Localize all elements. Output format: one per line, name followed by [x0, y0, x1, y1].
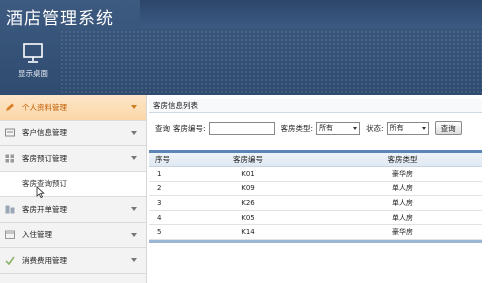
cell-room-type: 单人房 — [392, 184, 413, 193]
table-row[interactable]: 2 K09 单人房 — [149, 182, 482, 197]
app-header: 酒店管理系统 显示桌面 — [0, 0, 482, 95]
sidebar-item-label: 消费费用管理 — [22, 255, 67, 265]
room-type-label: 客房类型: — [280, 123, 314, 133]
cell-room-type: 单人房 — [392, 198, 413, 207]
calendar-icon — [5, 230, 15, 240]
sidebar-item-label: 客房开单管理 — [22, 204, 67, 214]
cell-room-type: 单人房 — [392, 213, 413, 222]
status-value: 所有 — [389, 124, 404, 132]
pencil-icon — [5, 103, 15, 112]
status-label: 状态: — [366, 123, 384, 133]
header-pattern — [60, 30, 482, 95]
sidebar-item-room-booking[interactable]: 客房预订管理 — [0, 146, 146, 172]
cell-room-number: K14 — [241, 228, 255, 237]
query-label: 查询 — [155, 123, 170, 133]
header-topbar — [140, 0, 482, 28]
monitor-icon — [21, 42, 45, 64]
chevron-down-icon[interactable] — [131, 232, 137, 237]
cell-room-number: K09 — [241, 184, 255, 193]
cell-no: 3 — [157, 198, 162, 207]
sidebar-item-label: 入住管理 — [22, 230, 52, 240]
dropdown-arrow-icon — [353, 126, 358, 130]
sidebar-item-label: 客房预订管理 — [22, 153, 67, 163]
app-title: 酒店管理系统 — [6, 9, 114, 29]
chevron-down-icon[interactable] — [131, 207, 137, 211]
mouse-cursor-icon — [36, 185, 45, 198]
sidebar-item-room-checkin-order[interactable]: 客房开单管理 — [0, 197, 146, 223]
chevron-down-icon[interactable] — [131, 156, 137, 160]
cell-room-number: K26 — [241, 198, 255, 207]
column-header-room-type: 客房类型 — [387, 155, 418, 164]
cell-no: 4 — [157, 213, 162, 222]
status-select[interactable]: 所有 — [386, 121, 429, 135]
show-desktop-label: 显示桌面 — [18, 69, 48, 78]
chevron-down-icon[interactable] — [131, 105, 137, 109]
cell-room-type: 豪华房 — [392, 228, 413, 237]
sidebar-item-customer-info[interactable]: 客户信息管理 — [0, 121, 146, 146]
room-type-value: 所有 — [319, 124, 334, 132]
cell-no: 5 — [157, 228, 162, 237]
table-row[interactable]: 3 K26 单人房 — [149, 196, 482, 211]
table-row[interactable]: 5 K14 豪华房 — [149, 225, 482, 240]
sidebar: 个人资料管理 客户信息管理 客房预订管理 客房查询预订 客房开单管理 入住管理 — [0, 95, 147, 283]
cell-no: 2 — [157, 184, 162, 193]
sidebar-item-label: 客户信息管理 — [22, 128, 67, 138]
sidebar-item-label: 个人资料管理 — [22, 102, 67, 112]
table-header: 序号 客房编号 客房类型 — [149, 153, 482, 167]
check-icon — [5, 256, 15, 265]
sidebar-subitem-room-query-booking[interactable]: 客房查询预订 — [0, 171, 146, 198]
sidebar-item-checkin[interactable]: 入住管理 — [0, 223, 146, 248]
cell-room-type: 豪华房 — [392, 169, 413, 178]
column-header-room-number: 客房编号 — [233, 155, 263, 164]
room-number-input[interactable] — [208, 121, 275, 135]
right-gutter — [482, 0, 499, 283]
chevron-down-icon[interactable] — [131, 130, 137, 135]
cell-no: 1 — [157, 169, 162, 178]
sidebar-item-personal-info[interactable]: 个人资料管理 — [0, 95, 146, 121]
card-icon — [5, 128, 15, 137]
dropdown-arrow-icon — [421, 126, 426, 130]
table-row[interactable]: 1 K01 豪华房 — [149, 167, 482, 182]
chevron-down-icon[interactable] — [131, 258, 137, 262]
show-desktop-button[interactable]: 显示桌面 — [10, 42, 56, 86]
room-number-label: 客房编号: — [173, 123, 206, 133]
column-header-no: 序号 — [155, 155, 170, 164]
table-row[interactable]: 4 K05 单人房 — [149, 211, 482, 226]
grid-icon — [5, 154, 15, 163]
blocks-icon — [5, 205, 15, 214]
cell-room-number: K01 — [241, 169, 255, 178]
room-type-select[interactable]: 所有 — [316, 121, 361, 135]
query-button[interactable]: 查询 — [434, 121, 462, 135]
room-table: 序号 客房编号 客房类型 1 K01 豪华房 2 K09 单人房 3 K26 单… — [149, 150, 482, 243]
cell-room-number: K05 — [241, 213, 255, 222]
main-content: 客房信息列表 查询 客房编号: 客房类型: 所有 状态: 所有 查询 序号 客房… — [149, 95, 482, 283]
sidebar-item-consumption-fees[interactable]: 消费费用管理 — [0, 248, 146, 274]
search-bar: 查询 客房编号: 客房类型: 所有 状态: 所有 查询 — [149, 119, 482, 137]
table-bottom-border — [149, 239, 482, 243]
panel-title: 客房信息列表 — [149, 99, 482, 113]
